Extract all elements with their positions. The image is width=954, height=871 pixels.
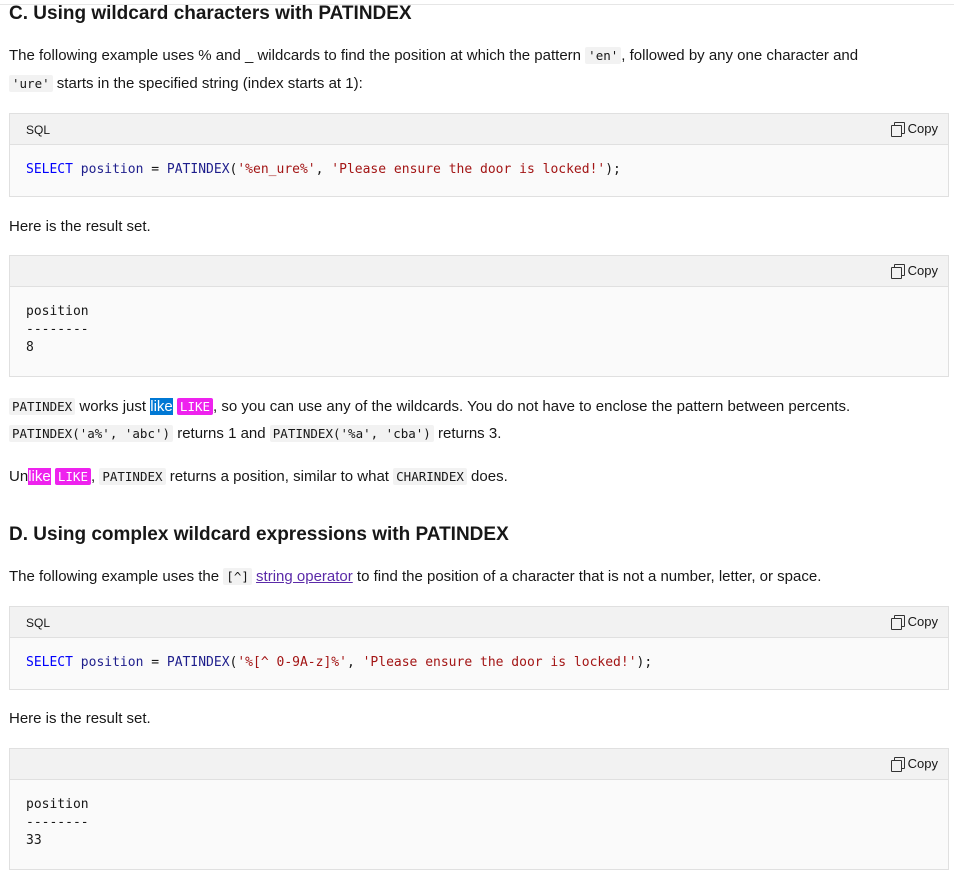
copy-button[interactable]: Copy: [890, 756, 938, 772]
result-content: position -------- 8: [10, 287, 948, 357]
inline-code-patindex: PATINDEX: [9, 398, 76, 415]
code-language-label: SQL: [26, 123, 51, 137]
copy-icon: [890, 121, 905, 137]
result-value: 8: [26, 340, 34, 355]
selection-highlight: like: [150, 398, 173, 415]
inline-code-caret: [^]: [223, 568, 252, 585]
string-operator-link[interactable]: string operator: [256, 568, 353, 585]
paragraph-d-intro: The following example uses the [^] strin…: [9, 568, 822, 585]
code-language-label: SQL: [26, 616, 51, 630]
paragraph-c-intro: The following example uses % and _ wildc…: [9, 47, 859, 64]
inline-code-ure: 'ure': [9, 75, 53, 92]
code-block-sql-1: SQL Copy SELECT position = PATINDEX('%en…: [9, 113, 949, 197]
code-block-sql-2: SQL Copy SELECT position = PATINDEX('%[^…: [9, 606, 949, 690]
inline-code-example-1: PATINDEX('a%', 'abc'): [9, 425, 174, 442]
paragraph-patindex-like: PATINDEX works just like LIKE, so you ca…: [9, 393, 850, 421]
heading-section-d: D. Using complex wildcard expressions wi…: [9, 524, 509, 545]
code-block-header: SQL Copy: [10, 607, 948, 638]
result-content: position -------- 33: [10, 780, 948, 850]
result-set-label-1: Here is the result set.: [9, 218, 151, 235]
paragraph-c-intro-line2: 'ure' starts in the specified string (in…: [9, 70, 363, 98]
paragraph-patindex-like-line2: PATINDEX('a%', 'abc') returns 1 and PATI…: [9, 420, 501, 448]
code-block-header: Copy: [10, 256, 948, 287]
result-divider: --------: [26, 322, 89, 337]
heading-section-c: C. Using wildcard characters with PATIND…: [9, 3, 412, 24]
search-highlight-like-word: like: [28, 468, 51, 485]
inline-code-en: 'en': [585, 47, 622, 64]
paragraph-unlike: Unlike LIKE, PATINDEX returns a position…: [9, 468, 508, 485]
code-block-header: Copy: [10, 749, 948, 780]
copy-icon: [890, 756, 905, 772]
code-content: SELECT position = PATINDEX('%[^ 0-9A-z]%…: [26, 655, 653, 670]
inline-code-patindex: PATINDEX: [99, 468, 166, 485]
copy-button[interactable]: Copy: [890, 614, 938, 630]
code-block-header: SQL Copy: [10, 114, 948, 145]
result-column-header: position: [26, 797, 89, 812]
search-highlight-like-code: LIKE: [54, 468, 91, 485]
copy-button[interactable]: Copy: [890, 121, 938, 137]
copy-icon: [890, 263, 905, 279]
copy-button[interactable]: Copy: [890, 263, 938, 279]
result-divider: --------: [26, 815, 89, 830]
copy-icon: [890, 614, 905, 630]
code-content: SELECT position = PATINDEX('%en_ure%', '…: [26, 162, 621, 177]
code-block-result-1: Copy position -------- 8: [9, 255, 949, 377]
inline-code-example-2: PATINDEX('%a', 'cba'): [269, 425, 434, 442]
search-highlight-like: LIKE: [176, 398, 214, 415]
code-block-result-2: Copy position -------- 33: [9, 748, 949, 870]
result-value: 33: [26, 833, 42, 848]
result-column-header: position: [26, 304, 89, 319]
result-set-label-2: Here is the result set.: [9, 710, 151, 727]
inline-code-charindex: CHARINDEX: [393, 468, 467, 485]
